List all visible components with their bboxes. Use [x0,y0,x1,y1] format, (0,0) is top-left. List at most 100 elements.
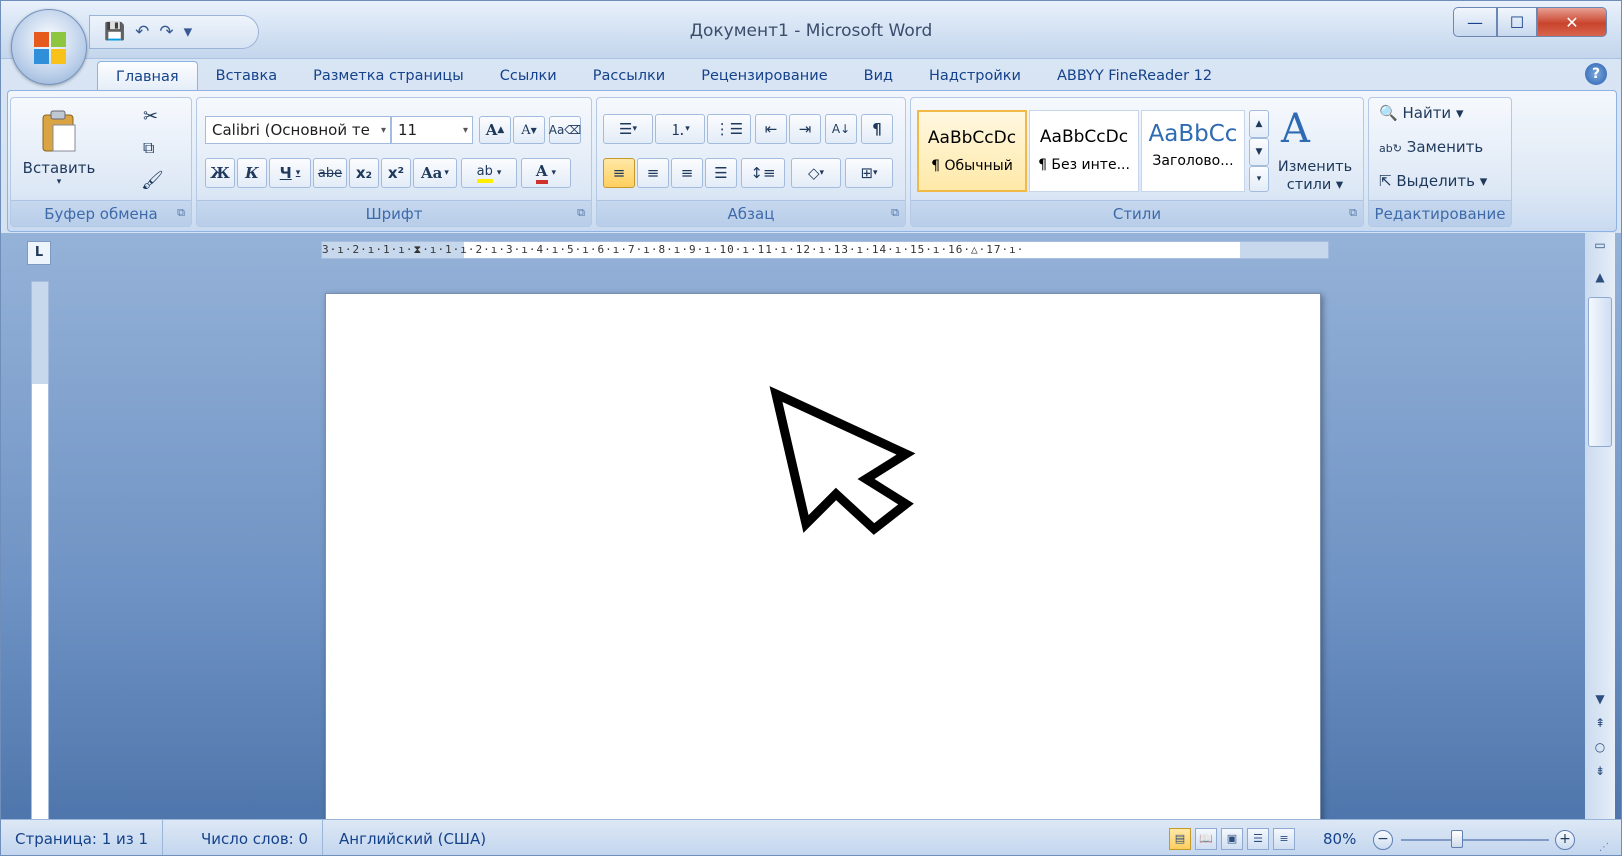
font-launcher-icon[interactable]: ⧉ [577,206,585,220]
tab-review[interactable]: Рецензирование [683,61,845,91]
status-word-count[interactable]: Число слов: 0 [187,820,324,855]
full-screen-reading-icon[interactable]: 📖 [1195,828,1217,850]
scroll-up-icon[interactable]: ▲ [1587,267,1613,287]
tab-home[interactable]: Главная [97,61,198,91]
shading-icon[interactable]: ◇ ▾ [791,158,841,188]
previous-page-icon[interactable]: ⇞ [1587,713,1613,733]
borders-icon[interactable]: ⊞ ▾ [845,158,893,188]
zoom-slider-thumb[interactable] [1451,830,1463,848]
outline-view-icon[interactable]: ☰ [1247,828,1269,850]
styles-launcher-icon[interactable]: ⧉ [1349,206,1357,220]
zoom-level[interactable]: 80% [1323,820,1356,855]
zoom-in-icon[interactable]: + [1555,830,1575,850]
clipboard-launcher-icon[interactable]: ⧉ [177,206,185,220]
save-icon[interactable]: 💾 [104,22,125,42]
minimize-button[interactable]: — [1453,7,1497,37]
numbering-icon[interactable]: ⒈ ▾ [655,114,705,144]
status-bar: Страница: 1 из 1 Число слов: 0 Английски… [1,819,1621,855]
change-styles-button[interactable]: Изменить стили ▾ [1273,158,1357,194]
change-case-button[interactable]: Aa ▾ [413,158,457,188]
format-painter-icon[interactable]: 🖌 [141,170,164,191]
draft-view-icon[interactable]: ≡ [1273,828,1295,850]
undo-icon[interactable]: ↶ [135,22,149,42]
align-left-icon[interactable]: ≡ [603,158,635,188]
highlight-button[interactable]: ab ▾ [461,158,517,188]
increase-indent-icon[interactable]: ⇥ [789,114,821,144]
tab-view[interactable]: Вид [846,61,911,91]
group-label-paragraph: Абзац [597,200,905,226]
ruler-toggle-icon[interactable]: ▭ [1587,235,1613,255]
paste-button[interactable]: Вставить ▾ [17,102,101,194]
tab-addins[interactable]: Надстройки [911,61,1039,91]
copy-icon[interactable]: ⧉ [143,138,154,158]
justify-icon[interactable]: ☰ [705,158,737,188]
scroll-down-icon[interactable]: ▼ [1587,689,1613,709]
customize-qat-icon[interactable]: ▾ [184,22,193,42]
underline-button[interactable]: Ч ▾ [269,158,311,188]
tab-page-layout[interactable]: Разметка страницы [295,61,482,91]
select-button[interactable]: ⇱ Выделить ▾ [1379,172,1487,190]
browse-object-icon[interactable]: ○ [1587,737,1613,757]
font-color-button[interactable]: A ▾ [521,158,571,188]
zoom-out-icon[interactable]: − [1373,830,1393,850]
style-no-spacing[interactable]: AaBbCcDc ¶ Без инте... [1029,110,1139,192]
zoom-slider-track[interactable] [1401,839,1549,841]
chevron-down-icon: ▾ [380,124,386,136]
tab-insert[interactable]: Вставка [198,61,295,91]
tab-mailings[interactable]: Рассылки [575,61,683,91]
decrease-indent-icon[interactable]: ⇤ [755,114,787,144]
vertical-scrollbar[interactable]: ▭ ▲ ▼ ⇞ ○ ⇟ [1585,233,1615,819]
align-right-icon[interactable]: ≡ [671,158,703,188]
strikethrough-button[interactable]: abe [313,158,347,188]
status-page[interactable]: Страница: 1 из 1 [1,820,164,855]
office-button[interactable] [11,9,87,85]
next-page-icon[interactable]: ⇟ [1587,761,1613,781]
italic-button[interactable]: К [237,158,267,188]
font-name-combo[interactable]: Calibri (Основной те ▾ [205,116,391,144]
maximize-button[interactable]: ☐ [1497,7,1537,37]
grow-font-button[interactable]: A ▲ [479,116,511,144]
show-marks-button[interactable]: ¶ [861,114,893,144]
print-layout-icon[interactable]: ▤ [1169,828,1191,850]
style-heading[interactable]: AaBbCc Заголово... [1141,110,1245,192]
styles-scroll-down-icon[interactable]: ▼ [1249,138,1269,166]
align-center-icon[interactable]: ≡ [637,158,669,188]
web-layout-icon[interactable]: ▣ [1221,828,1243,850]
paste-label: Вставить [22,159,96,177]
clear-format-icon[interactable]: Aa⌫ [549,116,581,144]
line-spacing-icon[interactable]: ↕≡ [741,158,785,188]
font-size-combo[interactable]: 11 ▾ [391,116,473,144]
redo-icon[interactable]: ↷ [159,22,173,42]
style-normal[interactable]: AaBbCcDc ¶ Обычный [917,110,1027,192]
cut-icon[interactable]: ✂ [143,106,158,127]
styles-scroll-up-icon[interactable]: ▲ [1249,110,1269,138]
replace-button[interactable]: ab↻ Заменить [1379,138,1483,156]
status-language[interactable]: Английский (США) [325,820,500,855]
chevron-down-icon: ▾ [462,124,468,136]
style-name: ¶ Без инте... [1038,157,1130,173]
tab-selector-button[interactable]: L [27,241,51,265]
subscript-button[interactable]: x₂ [349,158,379,188]
vertical-ruler[interactable] [31,281,49,819]
document-page[interactable] [325,293,1321,819]
resize-grip-icon[interactable]: ⋰ [1599,842,1609,853]
sort-icon[interactable]: A↓ [825,114,857,144]
superscript-button[interactable]: x² [381,158,411,188]
styles-more-icon[interactable]: ▾ [1249,166,1269,192]
group-label-clipboard: Буфер обмена [11,200,191,226]
paragraph-launcher-icon[interactable]: ⧉ [891,206,899,220]
change-styles-icon[interactable]: A [1281,106,1310,152]
bold-button[interactable]: Ж [205,158,235,188]
help-icon[interactable]: ? [1585,63,1607,85]
clipboard-icon [42,110,76,152]
scroll-thumb[interactable] [1588,297,1612,447]
tab-references[interactable]: Ссылки [482,61,575,91]
multilevel-list-icon[interactable]: ⋮☰ [707,114,751,144]
horizontal-ruler[interactable]: 3·ı·2·ı·1·ı·⧗·ı·1·ı·2·ı·3·ı·4·ı·5·ı·6·ı·… [321,241,1329,259]
bullets-icon[interactable]: ☰ ▾ [603,114,653,144]
find-button[interactable]: 🔍 Найти ▾ [1379,104,1464,122]
tab-abbyy[interactable]: ABBYY FineReader 12 [1039,61,1230,91]
shrink-font-button[interactable]: A ▼ [513,116,545,144]
ribbon-tabs: Главная Вставка Разметка страницы Ссылки… [97,59,1230,91]
close-button[interactable]: ✕ [1537,7,1607,37]
